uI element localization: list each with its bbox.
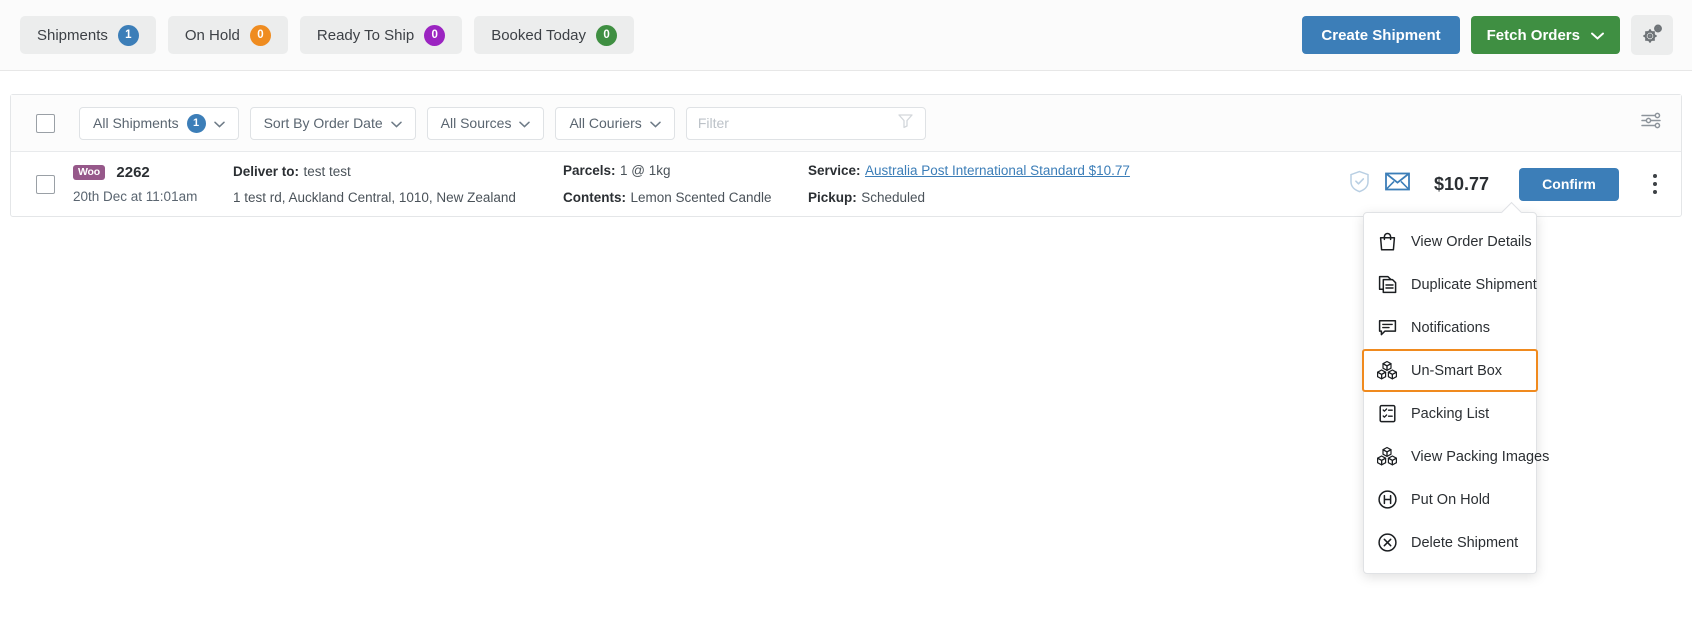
order-column: Woo 2262 20th Dec at 11:01am — [73, 164, 233, 204]
create-shipment-button[interactable]: Create Shipment — [1302, 16, 1460, 54]
topbar-actions: Create Shipment Fetch Orders — [1302, 15, 1673, 55]
shopping-bag-icon — [1376, 231, 1398, 253]
context-menu-item[interactable]: Delete Shipment — [1364, 521, 1536, 564]
status-tab-count: 0 — [249, 24, 271, 46]
delivery-address: 1 test rd, Auckland Central, 1010, New Z… — [233, 190, 516, 205]
all-shipments-select[interactable]: All Shipments 1 — [79, 106, 239, 140]
fetch-orders-button[interactable]: Fetch Orders — [1470, 16, 1620, 54]
parcels-column: Parcels: 1 @ 1kg Contents: Lemon Scented… — [563, 162, 808, 207]
status-tab[interactable]: Booked Today 0 — [474, 16, 635, 54]
row-status-icons — [1349, 170, 1410, 198]
order-date: 20th Dec at 11:01am — [73, 189, 198, 204]
context-menu-item-label: Un-Smart Box — [1411, 362, 1503, 379]
context-menu-item-label: View Order Details — [1411, 233, 1532, 250]
shipments-panel: All Shipments 1 Sort By Order Date All S… — [10, 94, 1682, 217]
all-shipments-label: All Shipments — [93, 115, 179, 131]
boxes-icon — [1376, 360, 1398, 382]
context-menu-item[interactable]: Packing List — [1364, 392, 1536, 435]
chevron-down-icon — [390, 115, 402, 131]
couriers-label: All Couriers — [569, 115, 642, 131]
context-menu-item[interactable]: Duplicate Shipment — [1364, 263, 1537, 306]
select-all-checkbox[interactable] — [36, 113, 55, 133]
chevron-down-icon — [213, 115, 225, 131]
shield-check-icon[interactable] — [1349, 170, 1370, 198]
context-menu-item[interactable]: Put On Hold — [1364, 478, 1536, 521]
source-badge: Woo — [73, 165, 105, 181]
context-menu-item[interactable]: Un-Smart Box — [1362, 349, 1538, 392]
chevron-down-icon — [1591, 27, 1604, 44]
deliver-to-label: Deliver to: — [233, 164, 300, 179]
context-menu-item[interactable]: Notifications — [1364, 306, 1536, 349]
context-menu-item-label: Packing List — [1411, 405, 1490, 422]
parcels-label: Parcels: — [563, 162, 616, 178]
status-tab-label: Shipments — [37, 26, 108, 44]
context-menu-item[interactable]: View Packing Images — [1364, 435, 1549, 478]
row-checkbox[interactable] — [36, 174, 55, 194]
status-tab[interactable]: On Hold 0 — [167, 16, 288, 54]
service-line: Service: Australia Post International St… — [808, 162, 1349, 180]
hold-circle-icon — [1376, 489, 1398, 511]
shipment-row[interactable]: Woo 2262 20th Dec at 11:01am Deliver to:… — [11, 152, 1681, 216]
pickup-label: Pickup: — [808, 189, 857, 205]
delete-circle-icon — [1376, 532, 1398, 554]
status-tab-count: 1 — [117, 24, 139, 46]
contents-line: Contents: Lemon Scented Candle — [563, 189, 808, 207]
envelope-icon[interactable] — [1385, 172, 1410, 196]
order-number: 2262 — [116, 164, 150, 182]
context-menu-item[interactable]: View Order Details — [1364, 220, 1536, 263]
status-tabs: Shipments 1 On Hold 0 Ready To Ship 0 Booked T… — [20, 16, 635, 54]
boxes-icon — [1376, 446, 1398, 468]
status-tab[interactable]: Ready To Ship 0 — [299, 16, 463, 54]
status-tab-label: Ready To Ship — [316, 26, 415, 44]
gears-icon — [1640, 21, 1665, 49]
sort-by-select[interactable]: Sort By Order Date — [249, 106, 416, 140]
chevron-down-icon — [650, 115, 661, 131]
order-identity: Woo 2262 — [73, 164, 233, 182]
settings-button[interactable] — [1631, 15, 1673, 55]
context-menu-item-label: Duplicate Shipment — [1411, 276, 1537, 293]
status-tab-label: Booked Today — [491, 26, 587, 44]
service-link[interactable]: Australia Post International Standard $1… — [865, 163, 1130, 178]
row-context-menu: View Order Details Duplicate Shipment Noti… — [1362, 201, 1549, 574]
pickup-value: Scheduled — [861, 189, 926, 205]
confirm-button[interactable]: Confirm — [1519, 167, 1619, 201]
couriers-select[interactable]: All Couriers — [555, 106, 675, 140]
pickup-line: Pickup: Scheduled — [808, 189, 1349, 207]
parcels-line: Parcels: 1 @ 1kg — [563, 162, 808, 180]
service-column: Service: Australia Post International St… — [808, 162, 1349, 207]
duplicate-doc-icon — [1376, 274, 1398, 296]
checklist-icon — [1376, 403, 1398, 425]
fetch-orders-label: Fetch Orders — [1486, 26, 1580, 44]
status-tab-count: 0 — [596, 24, 618, 46]
parcels-value: 1 @ 1kg — [620, 162, 671, 178]
status-tab-label: On Hold — [184, 26, 240, 44]
status-tab[interactable]: Shipments 1 — [20, 16, 156, 54]
funnel-icon — [897, 112, 914, 134]
sources-select[interactable]: All Sources — [426, 106, 545, 140]
filter-toolbar: All Shipments 1 Sort By Order Date All S… — [11, 95, 1681, 152]
service-label: Service: — [808, 162, 861, 178]
context-menu-item-label: Put On Hold — [1411, 491, 1490, 508]
deliver-to-name: test test — [303, 164, 351, 179]
context-menu-item-label: Notifications — [1411, 319, 1490, 336]
context-menu-item-label: Delete Shipment — [1411, 534, 1519, 551]
sources-label: All Sources — [440, 115, 512, 131]
context-menu-item-label: View Packing Images — [1411, 448, 1550, 465]
deliver-to-column: Deliver to: test test 1 test rd, Aucklan… — [233, 163, 563, 205]
row-actions-menu-button[interactable] — [1643, 168, 1667, 200]
filter-input-wrapper — [685, 106, 926, 140]
top-toolbar: Shipments 1 On Hold 0 Ready To Ship 0 Booked T… — [0, 0, 1692, 71]
contents-value: Lemon Scented Candle — [630, 189, 772, 205]
deliver-to-line: Deliver to: test test — [233, 163, 563, 181]
status-tab-count: 0 — [424, 24, 446, 46]
chevron-down-icon — [519, 115, 531, 131]
filter-input[interactable] — [697, 115, 897, 131]
contents-label: Contents: — [563, 189, 626, 205]
column-settings-button[interactable] — [1635, 107, 1667, 139]
shipment-price: $10.77 — [1433, 173, 1489, 194]
chat-bubble-icon — [1376, 317, 1398, 339]
all-shipments-count: 1 — [186, 113, 206, 133]
sliders-icon — [1640, 111, 1662, 135]
sort-by-label: Sort By Order Date — [263, 115, 383, 131]
